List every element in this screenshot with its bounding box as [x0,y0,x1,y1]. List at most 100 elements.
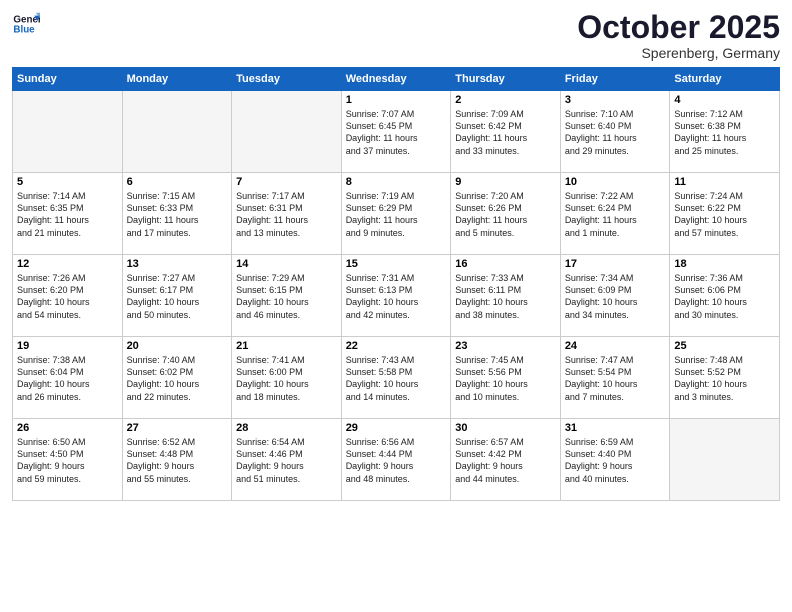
table-row: 8Sunrise: 7:19 AM Sunset: 6:29 PM Daylig… [341,173,451,255]
day-detail: Sunrise: 7:09 AM Sunset: 6:42 PM Dayligh… [455,108,556,157]
day-number: 21 [236,340,337,352]
day-number: 15 [346,258,447,270]
day-detail: Sunrise: 7:45 AM Sunset: 5:56 PM Dayligh… [455,354,556,403]
day-detail: Sunrise: 7:17 AM Sunset: 6:31 PM Dayligh… [236,190,337,239]
month-title: October 2025 [577,10,780,45]
table-row: 6 Sunrise: 7:15 AM Sunset: 6:33 PM Daylig… [122,173,232,255]
table-row: 18Sunrise: 7:36 AM Sunset: 6:06 PM Dayli… [670,255,780,337]
col-saturday: Saturday [670,68,780,91]
day-number: 20 [127,340,228,352]
day-number: 24 [565,340,666,352]
table-row: 21Sunrise: 7:41 AM Sunset: 6:00 PM Dayli… [232,337,342,419]
day-number: 10 [565,176,666,188]
table-row: 31 Sunrise: 6:59 AM Sunset: 4:40 PM Dayli… [560,419,670,501]
table-row: 30Sunrise: 6:57 AM Sunset: 4:42 PM Dayli… [451,419,561,501]
table-row [232,91,342,173]
calendar-week-row: 26Sunrise: 6:50 AM Sunset: 4:50 PM Dayli… [13,419,780,501]
day-detail: Sunrise: 7:07 AM Sunset: 6:45 PM Dayligh… [346,108,447,157]
day-number: 5 [17,176,118,188]
col-thursday: Thursday [451,68,561,91]
table-row: 10 Sunrise: 7:22 AM Sunset: 6:24 PM Dayli… [560,173,670,255]
calendar-week-row: 5Sunrise: 7:14 AM Sunset: 6:35 PM Daylig… [13,173,780,255]
day-number: 19 [17,340,118,352]
calendar-table: Sunday Monday Tuesday Wednesday Thursday… [12,67,780,501]
table-row: 4 Sunrise: 7:12 AM Sunset: 6:38 PM Daylig… [670,91,780,173]
day-number: 31 [565,422,666,434]
table-row: 7 Sunrise: 7:17 AM Sunset: 6:31 PM Daylig… [232,173,342,255]
day-number: 29 [346,422,447,434]
table-row: 19 Sunrise: 7:38 AM Sunset: 6:04 PM Dayli… [13,337,123,419]
logo: General Blue [12,10,40,38]
day-number: 14 [236,258,337,270]
day-number: 13 [127,258,228,270]
page-container: General Blue October 2025 Sperenberg, Ge… [0,0,792,612]
location-subtitle: Sperenberg, Germany [577,45,780,61]
day-detail: Sunrise: 7:22 AM Sunset: 6:24 PM Dayligh… [565,190,666,239]
table-row [122,91,232,173]
day-detail: Sunrise: 7:20 AM Sunset: 6:26 PM Dayligh… [455,190,556,239]
day-number: 11 [674,176,775,188]
day-number: 6 [127,176,228,188]
table-row: 16Sunrise: 7:33 AM Sunset: 6:11 PM Dayli… [451,255,561,337]
table-row: 24Sunrise: 7:47 AM Sunset: 5:54 PM Dayli… [560,337,670,419]
table-row: 5Sunrise: 7:14 AM Sunset: 6:35 PM Daylig… [13,173,123,255]
day-number: 28 [236,422,337,434]
day-detail: Sunrise: 6:59 AM Sunset: 4:40 PM Dayligh… [565,436,666,485]
day-detail: Sunrise: 7:27 AM Sunset: 6:17 PM Dayligh… [127,272,228,321]
col-friday: Friday [560,68,670,91]
day-detail: Sunrise: 7:33 AM Sunset: 6:11 PM Dayligh… [455,272,556,321]
calendar-header-row: Sunday Monday Tuesday Wednesday Thursday… [13,68,780,91]
day-detail: Sunrise: 7:24 AM Sunset: 6:22 PM Dayligh… [674,190,775,239]
table-row: 13 Sunrise: 7:27 AM Sunset: 6:17 PM Dayli… [122,255,232,337]
day-number: 12 [17,258,118,270]
day-number: 22 [346,340,447,352]
day-number: 2 [455,94,556,106]
title-block: October 2025 Sperenberg, Germany [577,10,780,61]
table-row: 27Sunrise: 6:52 AM Sunset: 4:48 PM Dayli… [122,419,232,501]
day-detail: Sunrise: 7:31 AM Sunset: 6:13 PM Dayligh… [346,272,447,321]
day-detail: Sunrise: 7:38 AM Sunset: 6:04 PM Dayligh… [17,354,118,403]
col-tuesday: Tuesday [232,68,342,91]
day-number: 7 [236,176,337,188]
svg-text:Blue: Blue [13,24,35,35]
day-detail: Sunrise: 7:40 AM Sunset: 6:02 PM Dayligh… [127,354,228,403]
table-row: 20 Sunrise: 7:40 AM Sunset: 6:02 PM Dayli… [122,337,232,419]
day-detail: Sunrise: 7:12 AM Sunset: 6:38 PM Dayligh… [674,108,775,157]
table-row: 28 Sunrise: 6:54 AM Sunset: 4:46 PM Dayli… [232,419,342,501]
table-row: 14Sunrise: 7:29 AM Sunset: 6:15 PM Dayli… [232,255,342,337]
day-detail: Sunrise: 6:54 AM Sunset: 4:46 PM Dayligh… [236,436,337,485]
table-row: 17Sunrise: 7:34 AM Sunset: 6:09 PM Dayli… [560,255,670,337]
day-number: 25 [674,340,775,352]
table-row: 11 Sunrise: 7:24 AM Sunset: 6:22 PM Dayli… [670,173,780,255]
day-number: 3 [565,94,666,106]
table-row: 25 Sunrise: 7:48 AM Sunset: 5:52 PM Dayli… [670,337,780,419]
day-number: 27 [127,422,228,434]
table-row: 15 Sunrise: 7:31 AM Sunset: 6:13 PM Dayli… [341,255,451,337]
day-number: 23 [455,340,556,352]
day-detail: Sunrise: 7:36 AM Sunset: 6:06 PM Dayligh… [674,272,775,321]
col-wednesday: Wednesday [341,68,451,91]
table-row: 22 Sunrise: 7:43 AM Sunset: 5:58 PM Dayli… [341,337,451,419]
day-detail: Sunrise: 6:56 AM Sunset: 4:44 PM Dayligh… [346,436,447,485]
day-detail: Sunrise: 7:15 AM Sunset: 6:33 PM Dayligh… [127,190,228,239]
table-row: 12 Sunrise: 7:26 AM Sunset: 6:20 PM Dayli… [13,255,123,337]
day-detail: Sunrise: 7:34 AM Sunset: 6:09 PM Dayligh… [565,272,666,321]
day-detail: Sunrise: 6:57 AM Sunset: 4:42 PM Dayligh… [455,436,556,485]
day-detail: Sunrise: 7:10 AM Sunset: 6:40 PM Dayligh… [565,108,666,157]
day-detail: Sunrise: 7:26 AM Sunset: 6:20 PM Dayligh… [17,272,118,321]
calendar-week-row: 12 Sunrise: 7:26 AM Sunset: 6:20 PM Dayli… [13,255,780,337]
table-row: 29 Sunrise: 6:56 AM Sunset: 4:44 PM Dayli… [341,419,451,501]
day-detail: Sunrise: 7:48 AM Sunset: 5:52 PM Dayligh… [674,354,775,403]
day-number: 9 [455,176,556,188]
logo-icon: General Blue [12,10,40,38]
day-number: 4 [674,94,775,106]
table-row: 3 Sunrise: 7:10 AM Sunset: 6:40 PM Daylig… [560,91,670,173]
calendar-week-row: 19 Sunrise: 7:38 AM Sunset: 6:04 PM Dayli… [13,337,780,419]
table-row: 26Sunrise: 6:50 AM Sunset: 4:50 PM Dayli… [13,419,123,501]
day-detail: Sunrise: 6:50 AM Sunset: 4:50 PM Dayligh… [17,436,118,485]
table-row: 9 Sunrise: 7:20 AM Sunset: 6:26 PM Daylig… [451,173,561,255]
day-detail: Sunrise: 7:19 AM Sunset: 6:29 PM Dayligh… [346,190,447,239]
day-detail: Sunrise: 7:43 AM Sunset: 5:58 PM Dayligh… [346,354,447,403]
table-row [670,419,780,501]
table-row: 1Sunrise: 7:07 AM Sunset: 6:45 PM Daylig… [341,91,451,173]
